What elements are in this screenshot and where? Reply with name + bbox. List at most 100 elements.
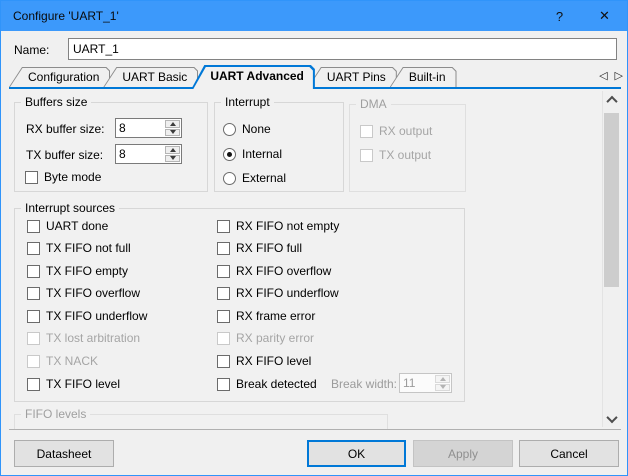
- close-icon: ✕: [599, 8, 610, 24]
- scroll-up-button[interactable]: [603, 91, 620, 108]
- checkbox-label: RX FIFO level: [236, 354, 311, 368]
- spinner-buttons: [165, 120, 180, 136]
- checkbox-box: [27, 242, 40, 255]
- checkbox-box: [27, 355, 40, 368]
- checkbox-box: [27, 378, 40, 391]
- spinner-value[interactable]: 8: [116, 145, 164, 163]
- checkbox-rx-output: RX output: [360, 124, 432, 138]
- tab-configuration[interactable]: Configuration: [9, 67, 110, 87]
- chevron-right-icon: ▷: [615, 70, 623, 82]
- tab-uart-pins[interactable]: UART Pins: [308, 67, 397, 87]
- spinner-up-button[interactable]: [165, 146, 180, 154]
- checkbox-tx-lost-arbitration: TX lost arbitration: [27, 331, 140, 345]
- checkbox-tx-fifo-empty[interactable]: TX FIFO empty: [27, 264, 128, 278]
- checkbox-label: TX FIFO level: [46, 377, 120, 391]
- checkbox-rx-frame-error[interactable]: RX frame error: [217, 309, 315, 323]
- tab-built-in[interactable]: Built-in: [390, 67, 457, 87]
- checkbox-label: RX FIFO overflow: [236, 264, 331, 278]
- checkbox-uart-done[interactable]: UART done: [27, 219, 108, 233]
- checkbox-label: RX parity error: [236, 331, 314, 345]
- checkbox-label: TX FIFO overflow: [46, 286, 140, 300]
- tx-buffer-size-spinner[interactable]: 8: [115, 144, 182, 164]
- break-width-spinner: 11: [399, 373, 452, 393]
- vertical-scrollbar[interactable]: [602, 91, 620, 427]
- tx-buffer-size-label: TX buffer size:: [26, 148, 103, 162]
- checkbox-box: [360, 149, 373, 162]
- checkbox-rx-fifo-not-empty[interactable]: RX FIFO not empty: [217, 219, 339, 233]
- spinner-value[interactable]: 8: [116, 119, 164, 137]
- checkbox-box: [217, 287, 230, 300]
- checkbox-tx-fifo-underflow[interactable]: TX FIFO underflow: [27, 309, 147, 323]
- triangle-up-icon: [170, 148, 176, 152]
- group-dma: DMA RX output TX output: [349, 104, 466, 192]
- checkbox-rx-fifo-underflow[interactable]: RX FIFO underflow: [217, 286, 339, 300]
- close-button[interactable]: ✕: [582, 1, 627, 31]
- checkbox-rx-parity-error: RX parity error: [217, 331, 314, 345]
- checkbox-tx-fifo-overflow[interactable]: TX FIFO overflow: [27, 286, 140, 300]
- rx-buffer-size-spinner[interactable]: 8: [115, 118, 182, 138]
- tab-label: UART Pins: [308, 67, 397, 84]
- checkbox-rx-fifo-full[interactable]: RX FIFO full: [217, 241, 302, 255]
- checkbox-tx-fifo-level[interactable]: TX FIFO level: [27, 377, 120, 391]
- triangle-up-icon: [440, 377, 446, 381]
- cancel-button[interactable]: Cancel: [519, 440, 619, 467]
- window-title: Configure 'UART_1': [1, 9, 537, 23]
- scrollbar-thumb[interactable]: [604, 113, 619, 287]
- group-title: Interrupt: [221, 95, 274, 109]
- triangle-down-icon: [170, 156, 176, 160]
- tab-strip: Configuration UART Basic UART Advanced U…: [9, 65, 621, 89]
- checkbox-box: [25, 171, 38, 184]
- checkbox-rx-fifo-level[interactable]: RX FIFO level: [217, 354, 311, 368]
- radio-circle: [223, 123, 236, 136]
- group-title: FIFO levels: [21, 407, 90, 421]
- checkbox-label: Break detected: [236, 377, 317, 391]
- checkbox-box: [217, 242, 230, 255]
- help-button[interactable]: ?: [537, 1, 582, 31]
- radio-label: None: [242, 122, 271, 136]
- name-input[interactable]: [68, 38, 617, 60]
- scroll-down-button[interactable]: [603, 410, 620, 427]
- spinner-down-button[interactable]: [165, 155, 180, 163]
- triangle-down-icon: [170, 130, 176, 134]
- checkbox-label: TX FIFO empty: [46, 264, 128, 278]
- tab-label: Built-in: [390, 67, 457, 84]
- checkbox-label: TX output: [379, 148, 431, 162]
- checkbox-label: RX FIFO not empty: [236, 219, 339, 233]
- break-width-label: Break width:: [315, 377, 397, 391]
- checkbox-box: [217, 355, 230, 368]
- checkbox-box: [27, 265, 40, 278]
- checkbox-box: [27, 287, 40, 300]
- chevron-left-icon: ◁: [599, 70, 607, 82]
- title-bar: Configure 'UART_1' ? ✕: [1, 1, 627, 31]
- radio-internal[interactable]: Internal: [223, 147, 282, 161]
- checkbox-box: [217, 378, 230, 391]
- checkbox-byte-mode[interactable]: Byte mode: [25, 170, 101, 184]
- group-interrupt-sources: Interrupt sources UART done TX FIFO not …: [14, 208, 465, 402]
- radio-none[interactable]: None: [223, 122, 271, 136]
- tab-uart-basic[interactable]: UART Basic: [103, 67, 198, 87]
- checkbox-box: [27, 310, 40, 323]
- checkbox-label: RX output: [379, 124, 432, 138]
- radio-external[interactable]: External: [223, 171, 286, 185]
- ok-button[interactable]: OK: [307, 440, 406, 467]
- checkbox-box: [27, 332, 40, 345]
- group-buffers-size: Buffers size RX buffer size: 8 TX buffer…: [14, 102, 208, 192]
- tab-scroll-right-button[interactable]: ▷: [615, 69, 623, 82]
- spinner-down-button[interactable]: [165, 129, 180, 137]
- checkbox-tx-nack: TX NACK: [27, 354, 98, 368]
- checkbox-break-detected[interactable]: Break detected: [217, 377, 317, 391]
- checkbox-label: TX FIFO not full: [46, 241, 131, 255]
- tab-uart-advanced[interactable]: UART Advanced: [191, 65, 315, 89]
- tab-label: UART Basic: [103, 67, 198, 84]
- tab-scroll-left-button[interactable]: ◁: [599, 69, 607, 82]
- spinner-buttons: [165, 146, 180, 162]
- checkbox-tx-output: TX output: [360, 148, 431, 162]
- tab-label: Configuration: [9, 67, 110, 84]
- checkbox-rx-fifo-overflow[interactable]: RX FIFO overflow: [217, 264, 331, 278]
- radio-circle: [223, 148, 236, 161]
- checkbox-box: [217, 220, 230, 233]
- datasheet-button[interactable]: Datasheet: [14, 440, 114, 467]
- checkbox-tx-fifo-not-full[interactable]: TX FIFO not full: [27, 241, 131, 255]
- spinner-up-button[interactable]: [165, 120, 180, 128]
- checkbox-label: RX FIFO full: [236, 241, 302, 255]
